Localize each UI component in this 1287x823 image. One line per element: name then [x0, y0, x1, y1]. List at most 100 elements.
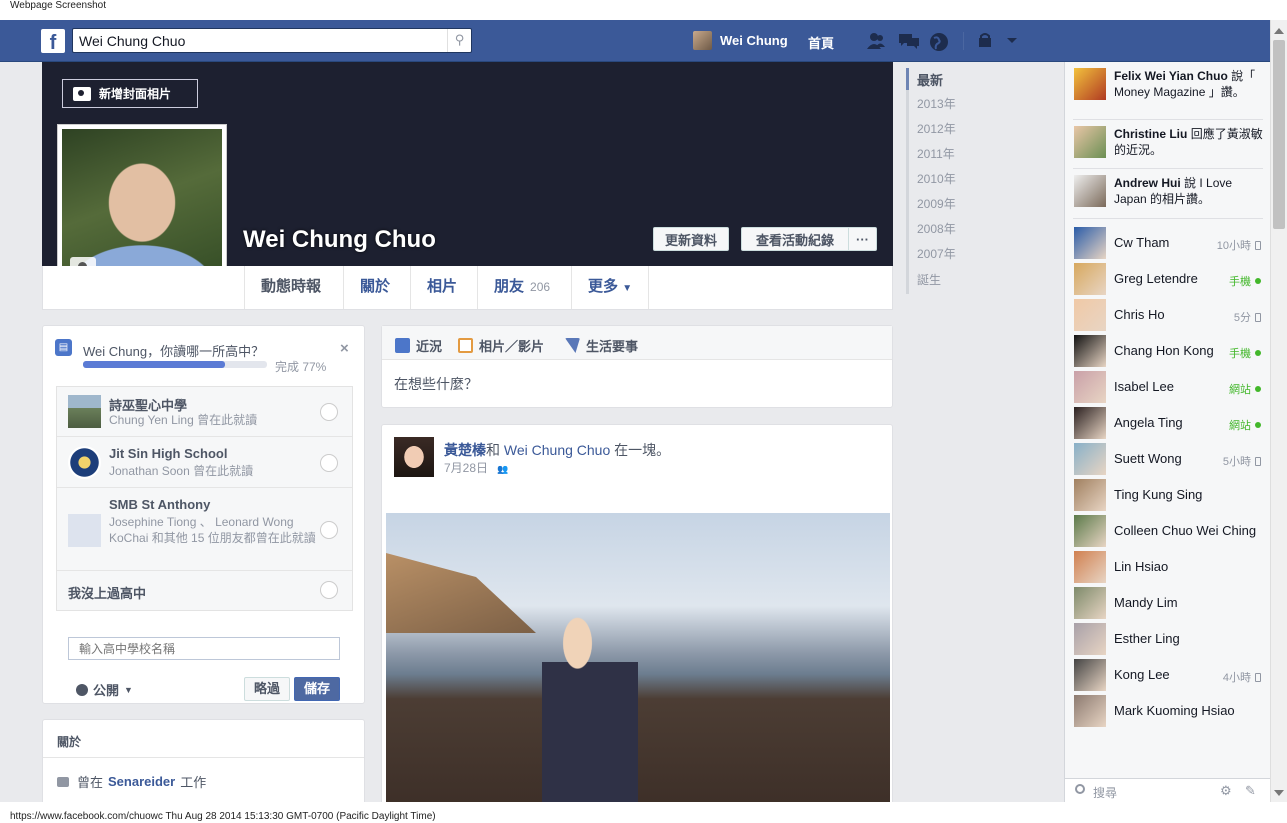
- divider: [43, 757, 364, 758]
- scroll-up-arrow-icon[interactable]: [1274, 28, 1284, 34]
- timeline-year-item[interactable]: 最新: [917, 70, 943, 89]
- composer-tab-life-event[interactable]: 生活要事: [565, 336, 638, 355]
- chat-buddy[interactable]: Esther Ling: [1073, 621, 1265, 657]
- page-url-footer: https://www.facebook.com/chuowc Thu Aug …: [10, 811, 436, 822]
- chat-buddy[interactable]: Lin Hsiao: [1073, 549, 1265, 585]
- chat-buddy[interactable]: Mark Kuoming Hsiao: [1073, 693, 1265, 729]
- tab-about[interactable]: 關於: [343, 266, 406, 309]
- chat-sidebar: Felix Wei Yian Chuo 說「 Money Magazine 」讚…: [1064, 62, 1271, 802]
- scrollbar[interactable]: [1270, 20, 1287, 802]
- school-radio[interactable]: [320, 521, 338, 539]
- chat-buddy[interactable]: Chris Ho 5分: [1073, 297, 1265, 333]
- chat-buddy[interactable]: Kong Lee 4小時: [1073, 657, 1265, 693]
- avatar: [1074, 126, 1106, 158]
- new-message-icon[interactable]: ✎: [1245, 783, 1256, 799]
- timeline-year-item[interactable]: 誕生: [917, 271, 941, 288]
- school-radio[interactable]: [320, 581, 338, 599]
- privacy-lock-icon[interactable]: [976, 32, 996, 50]
- chat-buddy[interactable]: Chang Hon Kong 手機: [1073, 333, 1265, 369]
- progress-text: 完成 77%: [275, 360, 327, 374]
- skip-button[interactable]: 略過: [244, 677, 290, 701]
- search-box[interactable]: ⚲: [72, 28, 472, 53]
- save-button[interactable]: 儲存: [294, 677, 340, 701]
- ticker-text: Christine Liu 回應了黃淑敏的近況。: [1114, 126, 1264, 158]
- search-input[interactable]: [73, 29, 443, 52]
- ticker-actor[interactable]: Andrew Hui: [1114, 176, 1181, 190]
- school-radio[interactable]: [320, 403, 338, 421]
- profile-name[interactable]: Wei Chung Chuo: [243, 226, 436, 254]
- timeline-year-item[interactable]: 2013年: [917, 95, 956, 112]
- composer-input[interactable]: 在想些什麼？: [394, 374, 478, 394]
- school-friends: Josephine Tiong 、 Leonard Wong KoChai 和其…: [109, 515, 316, 545]
- online-dot-icon: [1255, 386, 1261, 392]
- update-info-button[interactable]: 更新資料: [653, 227, 729, 251]
- list-item[interactable]: 詩巫聖心中學 Chung Yen Ling 曾在此就讀: [57, 387, 352, 437]
- close-icon[interactable]: ×: [340, 340, 349, 357]
- nav-profile-link[interactable]: Wei Chung: [693, 31, 788, 50]
- list-item[interactable]: SMB St Anthony Josephine Tiong 、 Leonard…: [57, 489, 352, 571]
- buddy-status: 4小時: [1223, 669, 1261, 685]
- chat-buddy[interactable]: Suett Wong 5小時: [1073, 441, 1265, 477]
- chat-buddy[interactable]: Cw Tham 10小時: [1073, 225, 1265, 261]
- timeline-year-item[interactable]: 2012年: [917, 120, 956, 137]
- work-place-link[interactable]: Senareider: [108, 774, 175, 789]
- chat-buddy[interactable]: Mandy Lim: [1073, 585, 1265, 621]
- school-friends: Chung Yen Ling 曾在此就讀: [109, 413, 258, 427]
- author-link[interactable]: 黃楚榛: [444, 442, 486, 458]
- list-item[interactable]: 我沒上過高中: [57, 572, 352, 610]
- tab-timeline[interactable]: 動態時報: [244, 266, 337, 309]
- timeline-year-item[interactable]: 2008年: [917, 220, 956, 237]
- tagged-user-link[interactable]: Wei Chung Chuo: [504, 442, 610, 458]
- composer-tab-status[interactable]: 近況: [395, 336, 442, 355]
- ticker-actor[interactable]: Felix Wei Yian Chuo: [1114, 69, 1228, 83]
- school-name: Jit Sin High School: [109, 446, 228, 461]
- list-item[interactable]: Jit Sin High School Jonathan Soon 曾在此就讀: [57, 438, 352, 488]
- messages-icon[interactable]: [898, 32, 919, 50]
- nav-home-link[interactable]: 首頁: [808, 33, 834, 52]
- account-menu-chevron-down-icon[interactable]: [1002, 32, 1022, 50]
- chat-search-bar[interactable]: 搜尋 ⚙ ✎: [1065, 778, 1271, 802]
- chat-search-input[interactable]: 搜尋: [1093, 784, 1117, 801]
- buddy-name: Chris Ho: [1114, 307, 1165, 322]
- buddy-status: 網站: [1229, 417, 1261, 433]
- chat-buddy[interactable]: Isabel Lee 網站: [1073, 369, 1265, 405]
- ticker-story[interactable]: Andrew Hui 說 I Love Japan 的相片讚。: [1073, 169, 1263, 219]
- tab-photos[interactable]: 相片: [410, 266, 473, 309]
- privacy-selector[interactable]: 公開 ▼: [76, 680, 133, 699]
- avatar[interactable]: [394, 437, 434, 477]
- timeline-year-item[interactable]: 2010年: [917, 170, 956, 187]
- more-options-button[interactable]: ···: [848, 227, 877, 251]
- avatar: [1074, 335, 1106, 367]
- buddy-name: Esther Ling: [1114, 631, 1180, 646]
- ticker-story[interactable]: Felix Wei Yian Chuo 說「 Money Magazine 」讚…: [1073, 62, 1263, 120]
- chat-buddy[interactable]: Angela Ting 網站: [1073, 405, 1265, 441]
- tab-friends[interactable]: 朋友 206: [477, 266, 566, 309]
- chat-buddy[interactable]: Greg Letendre 手機: [1073, 261, 1265, 297]
- scroll-down-arrow-icon[interactable]: [1274, 790, 1284, 796]
- school-radio[interactable]: [320, 454, 338, 472]
- ticker-actor[interactable]: Christine Liu: [1114, 127, 1187, 141]
- online-dot-icon: [1255, 350, 1261, 356]
- add-cover-photo-button[interactable]: 新增封面相片: [62, 79, 198, 108]
- high-school-input[interactable]: [68, 637, 340, 660]
- tab-more[interactable]: 更多 ▼: [571, 266, 650, 309]
- date-text: 7月28日: [444, 461, 489, 475]
- activity-log-button[interactable]: 查看活動紀錄: [741, 227, 849, 251]
- facebook-logo-icon[interactable]: f: [41, 29, 65, 54]
- chevron-down-icon: ▼: [622, 283, 633, 294]
- timeline-year-item[interactable]: 2011年: [917, 145, 955, 162]
- story-date[interactable]: 7月28日 👥: [444, 459, 509, 476]
- gear-icon[interactable]: ⚙: [1220, 783, 1232, 799]
- buddy-name: Ting Kung Sing: [1114, 487, 1203, 502]
- timeline-year-item[interactable]: 2009年: [917, 195, 956, 212]
- chat-buddy[interactable]: Ting Kung Sing: [1073, 477, 1265, 513]
- friend-requests-icon[interactable]: [866, 32, 886, 50]
- scrollbar-thumb[interactable]: [1273, 40, 1285, 229]
- story-photo[interactable]: [386, 513, 890, 802]
- search-icon[interactable]: ⚲: [447, 29, 471, 52]
- chat-buddy[interactable]: Colleen Chuo Wei Ching: [1073, 513, 1265, 549]
- timeline-year-item[interactable]: 2007年: [917, 245, 956, 262]
- composer-tab-photo[interactable]: 相片／影片: [458, 336, 544, 355]
- notifications-globe-icon[interactable]: [929, 32, 949, 51]
- ticker-story[interactable]: Christine Liu 回應了黃淑敏的近況。: [1073, 120, 1263, 169]
